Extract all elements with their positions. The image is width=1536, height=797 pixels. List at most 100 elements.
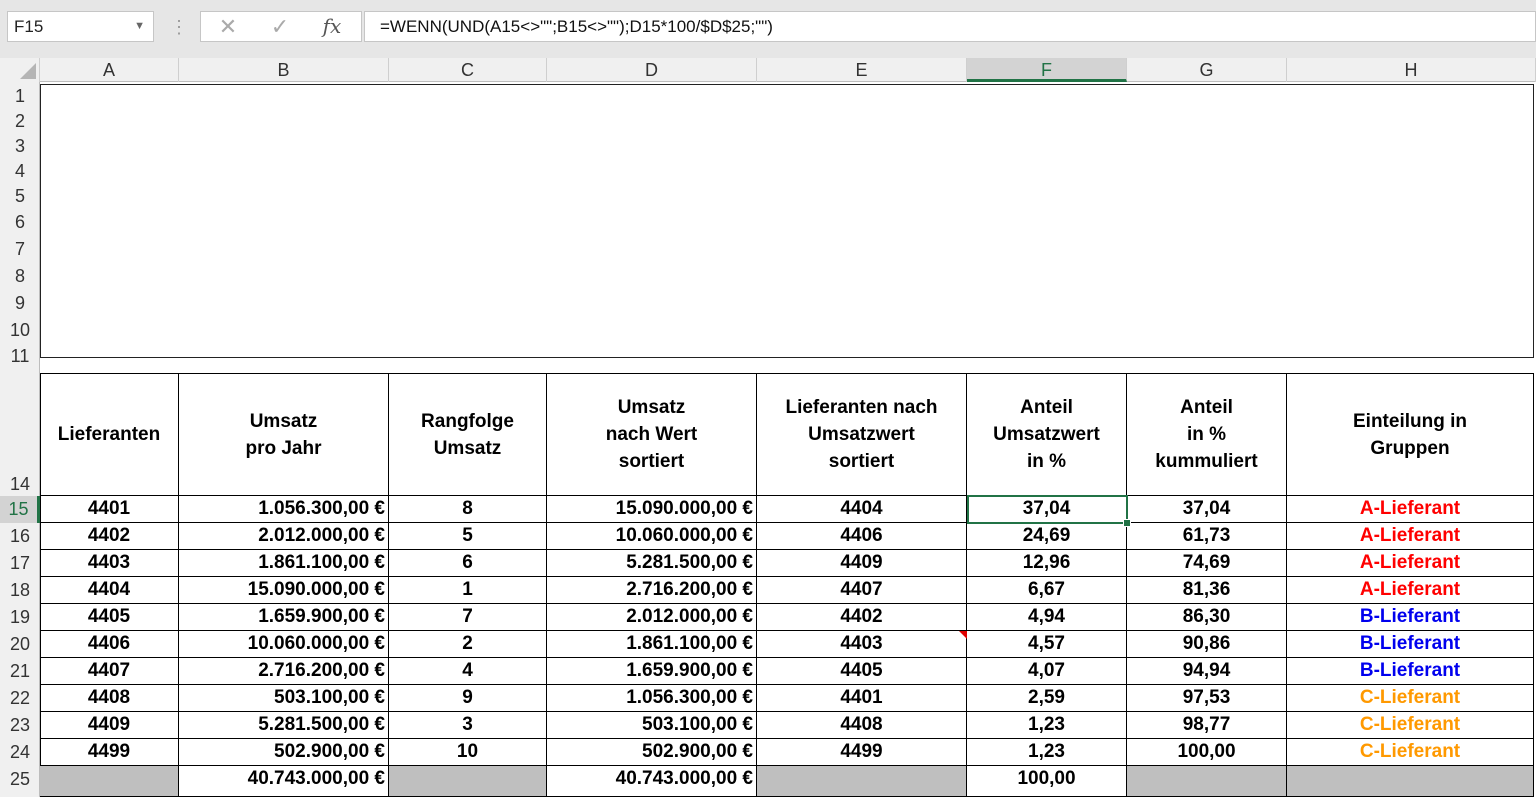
cell-g25[interactable] [1127,766,1287,797]
insert-function-icon[interactable]: fx [317,12,347,41]
cell-g18[interactable]: 81,36 [1127,577,1287,604]
column-header-g[interactable]: G [1127,58,1287,82]
cell-f21[interactable]: 4,07 [967,658,1127,685]
cell-c22[interactable]: 9 [389,685,547,712]
row-header-21[interactable]: 21 [0,658,40,685]
cell-e25[interactable] [757,766,967,797]
row-header-1[interactable]: 1 [0,84,40,109]
cell-h23[interactable]: C-Lieferant [1287,712,1534,739]
row-header-23[interactable]: 23 [0,712,40,739]
row-header-3[interactable]: 3 [0,134,40,159]
row-header-25[interactable]: 25 [0,766,40,793]
cell-c21[interactable]: 4 [389,658,547,685]
cell-b24[interactable]: 502.900,00 € [179,739,389,766]
cell-e19[interactable]: 4402 [757,604,967,631]
row-header-6[interactable]: 6 [0,209,40,236]
cell-c15[interactable]: 8 [389,496,547,523]
cell-g17[interactable]: 74,69 [1127,550,1287,577]
row-header-20[interactable]: 20 [0,631,40,658]
header-anteil-umsatzwert[interactable]: Anteil Umsatzwert in % [967,374,1127,496]
select-all-corner[interactable] [0,58,40,82]
cell-b15[interactable]: 1.056.300,00 € [179,496,389,523]
cell-f17[interactable]: 12,96 [967,550,1127,577]
header-lieferanten[interactable]: Lieferanten [40,374,179,496]
cell-a24[interactable]: 4499 [40,739,179,766]
cell-a17[interactable]: 4403 [40,550,179,577]
comment-indicator-icon[interactable] [959,631,967,639]
column-header-c[interactable]: C [389,58,547,82]
cell-h17[interactable]: A-Lieferant [1287,550,1534,577]
header-lieferanten-sortiert[interactable]: Lieferanten nach Umsatzwert sortiert [757,374,967,496]
cell-f19[interactable]: 4,94 [967,604,1127,631]
cell-c17[interactable]: 6 [389,550,547,577]
cell-a20[interactable]: 4406 [40,631,179,658]
cell-e23[interactable]: 4408 [757,712,967,739]
cell-f18[interactable]: 6,67 [967,577,1127,604]
row-header-24[interactable]: 24 [0,739,40,766]
cell-h21[interactable]: B-Lieferant [1287,658,1534,685]
cell-d16[interactable]: 10.060.000,00 € [547,523,757,550]
column-header-f[interactable]: F [967,58,1127,82]
cell-f20[interactable]: 4,57 [967,631,1127,658]
cell-b20[interactable]: 10.060.000,00 € [179,631,389,658]
cell-h15[interactable]: A-Lieferant [1287,496,1534,523]
cell-c24[interactable]: 10 [389,739,547,766]
enter-icon[interactable]: ✓ [265,12,295,41]
cell-d21[interactable]: 1.659.900,00 € [547,658,757,685]
cell-g15[interactable]: 37,04 [1127,496,1287,523]
cell-e16[interactable]: 4406 [757,523,967,550]
column-header-e[interactable]: E [757,58,967,82]
cell-c20[interactable]: 2 [389,631,547,658]
cell-f24[interactable]: 1,23 [967,739,1127,766]
cell-g21[interactable]: 94,94 [1127,658,1287,685]
cell-g24[interactable]: 100,00 [1127,739,1287,766]
cell-h19[interactable]: B-Lieferant [1287,604,1534,631]
row-header-15[interactable]: 15 [0,496,40,523]
cell-e20[interactable]: 4403 [757,631,967,658]
cell-a19[interactable]: 4405 [40,604,179,631]
cell-b19[interactable]: 1.659.900,00 € [179,604,389,631]
cell-b22[interactable]: 503.100,00 € [179,685,389,712]
row-header-16[interactable]: 16 [0,523,40,550]
cell-c19[interactable]: 7 [389,604,547,631]
row-header-11[interactable]: 11 [0,344,40,368]
cell-b23[interactable]: 5.281.500,00 € [179,712,389,739]
cell-d22[interactable]: 1.056.300,00 € [547,685,757,712]
cell-e21[interactable]: 4405 [757,658,967,685]
header-anteil-kummuliert[interactable]: Anteil in % kummuliert [1127,374,1287,496]
cell-b25[interactable]: 40.743.000,00 € [179,766,389,797]
column-header-a[interactable]: A [40,58,179,82]
cancel-icon[interactable]: ✕ [213,12,243,41]
header-gruppen[interactable]: Einteilung in Gruppen [1287,374,1534,496]
cell-c16[interactable]: 5 [389,523,547,550]
row-header-9[interactable]: 9 [0,290,40,317]
cell-g16[interactable]: 61,73 [1127,523,1287,550]
chevron-down-icon[interactable]: ▼ [134,12,145,41]
name-box[interactable]: F15 ▼ [7,11,154,42]
cell-a21[interactable]: 4407 [40,658,179,685]
cell-c18[interactable]: 1 [389,577,547,604]
cell-b17[interactable]: 1.861.100,00 € [179,550,389,577]
cell-d15[interactable]: 15.090.000,00 € [547,496,757,523]
header-rangfolge[interactable]: Rangfolge Umsatz [389,374,547,496]
cell-e24[interactable]: 4499 [757,739,967,766]
cell-e15[interactable]: 4404 [757,496,967,523]
cell-c25[interactable] [389,766,547,797]
header-umsatz-sortiert[interactable]: Umsatz nach Wert sortiert [547,374,757,496]
row-header-4[interactable]: 4 [0,159,40,184]
cell-h22[interactable]: C-Lieferant [1287,685,1534,712]
cell-g23[interactable]: 98,77 [1127,712,1287,739]
fill-handle[interactable] [1123,519,1131,527]
cell-f25[interactable]: 100,00 [967,766,1127,797]
cell-a25[interactable] [40,766,179,797]
cell-d20[interactable]: 1.861.100,00 € [547,631,757,658]
cell-d24[interactable]: 502.900,00 € [547,739,757,766]
column-header-h[interactable]: H [1287,58,1536,82]
cell-g19[interactable]: 86,30 [1127,604,1287,631]
cell-e17[interactable]: 4409 [757,550,967,577]
row-header-7[interactable]: 7 [0,236,40,263]
cell-h20[interactable]: B-Lieferant [1287,631,1534,658]
cell-b21[interactable]: 2.716.200,00 € [179,658,389,685]
header-umsatz-pro-jahr[interactable]: Umsatz pro Jahr [179,374,389,496]
row-header-14[interactable]: 14 [0,472,40,496]
